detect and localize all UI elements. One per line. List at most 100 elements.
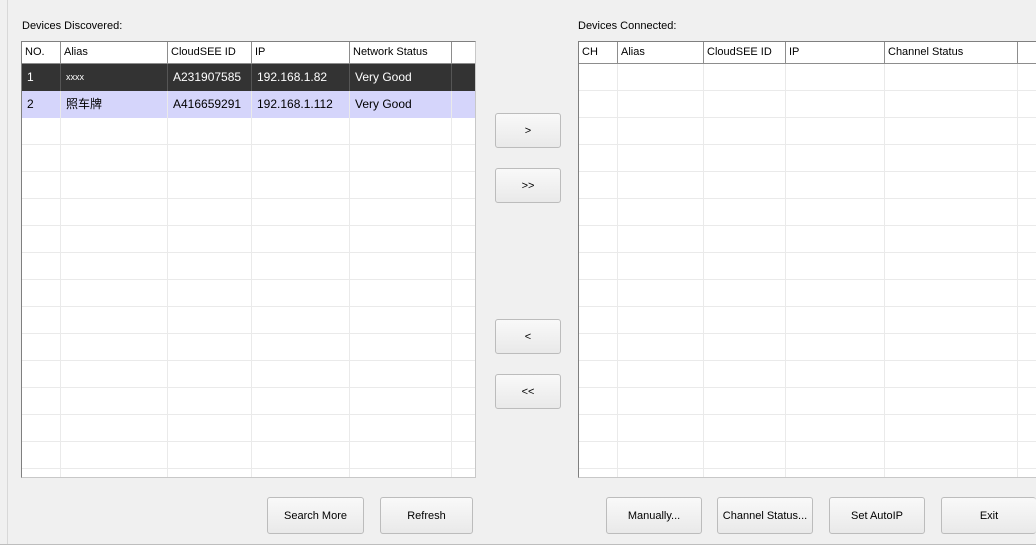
empty-cell <box>704 307 786 334</box>
devices-connected-table[interactable]: CH Alias CloudSEE ID IP Channel Status <box>578 41 1036 478</box>
empty-cell <box>452 442 475 469</box>
empty-cell <box>350 145 452 172</box>
devices-discovered-table[interactable]: NO. Alias CloudSEE ID IP Network Status … <box>21 41 476 478</box>
table-row <box>22 469 475 477</box>
empty-cell <box>22 226 61 253</box>
cell-ip: 192.168.1.112 <box>252 91 350 118</box>
empty-cell <box>252 361 350 388</box>
empty-cell <box>579 145 618 172</box>
add-selected-button[interactable]: > <box>495 113 561 148</box>
devices-discovered-title: Devices Discovered: <box>22 20 123 32</box>
cell-no: 1 <box>22 64 61 91</box>
empty-cell <box>1018 64 1036 91</box>
cell-cloudsee-id: A416659291 <box>168 91 252 118</box>
empty-cell <box>579 91 618 118</box>
empty-cell <box>350 334 452 361</box>
empty-cell <box>786 469 885 477</box>
empty-cell <box>704 253 786 280</box>
empty-cell <box>618 469 704 477</box>
empty-cell <box>618 361 704 388</box>
col-header-no[interactable]: NO. <box>22 42 61 63</box>
empty-cell <box>252 253 350 280</box>
empty-cell <box>618 64 704 91</box>
empty-cell <box>786 64 885 91</box>
search-more-button[interactable]: Search More <box>267 497 364 534</box>
empty-cell <box>618 118 704 145</box>
col-header-alias[interactable]: Alias <box>618 42 704 63</box>
empty-cell <box>579 415 618 442</box>
empty-cell <box>786 226 885 253</box>
empty-cell <box>704 280 786 307</box>
empty-cell <box>704 442 786 469</box>
empty-cell <box>252 442 350 469</box>
empty-cell <box>61 118 168 145</box>
empty-cell <box>579 388 618 415</box>
remove-all-button[interactable]: << <box>495 374 561 409</box>
discovered-table-body: 1 xxxx A231907585 192.168.1.82 Very Good 2 照车牌… <box>22 64 475 477</box>
col-header-network-status[interactable]: Network Status <box>350 42 452 63</box>
table-row <box>579 442 1036 469</box>
table-row <box>22 226 475 253</box>
refresh-button[interactable]: Refresh <box>380 497 473 534</box>
empty-cell <box>350 199 452 226</box>
empty-cell <box>252 199 350 226</box>
table-row <box>579 388 1036 415</box>
empty-cell <box>579 361 618 388</box>
empty-cell <box>885 145 1018 172</box>
empty-cell <box>885 307 1018 334</box>
empty-cell <box>252 307 350 334</box>
col-header-alias[interactable]: Alias <box>61 42 168 63</box>
empty-cell <box>786 253 885 280</box>
empty-cell <box>579 469 618 477</box>
empty-cell <box>452 334 475 361</box>
empty-cell <box>452 415 475 442</box>
col-header-channel-status[interactable]: Channel Status <box>885 42 1018 63</box>
empty-cell <box>786 172 885 199</box>
empty-cell <box>1018 118 1036 145</box>
channel-status-button[interactable]: Channel Status... <box>717 497 813 534</box>
col-header-ip[interactable]: IP <box>252 42 350 63</box>
empty-cell <box>168 226 252 253</box>
empty-cell <box>168 334 252 361</box>
empty-cell <box>350 415 452 442</box>
col-header-cloudsee-id[interactable]: CloudSEE ID <box>704 42 786 63</box>
empty-cell <box>168 388 252 415</box>
empty-cell <box>168 442 252 469</box>
col-header-ip[interactable]: IP <box>786 42 885 63</box>
col-header-cloudsee-id[interactable]: CloudSEE ID <box>168 42 252 63</box>
empty-cell <box>350 361 452 388</box>
empty-cell <box>1018 469 1036 477</box>
devices-connected-title: Devices Connected: <box>578 20 677 32</box>
exit-button[interactable]: Exit <box>941 497 1036 534</box>
empty-cell <box>350 307 452 334</box>
table-row[interactable]: 1 xxxx A231907585 192.168.1.82 Very Good <box>22 64 475 91</box>
empty-cell <box>786 388 885 415</box>
table-row <box>22 442 475 469</box>
table-row[interactable]: 2 照车牌 A416659291 192.168.1.112 Very Good <box>22 91 475 118</box>
col-header-filler <box>452 42 475 63</box>
empty-cell <box>704 415 786 442</box>
table-row <box>22 388 475 415</box>
remove-selected-button[interactable]: < <box>495 319 561 354</box>
table-row <box>579 361 1036 388</box>
empty-cell <box>252 226 350 253</box>
empty-cell <box>704 91 786 118</box>
table-row <box>579 307 1036 334</box>
set-autoip-button[interactable]: Set AutoIP <box>829 497 925 534</box>
add-all-button[interactable]: >> <box>495 168 561 203</box>
connected-table-body <box>579 64 1036 477</box>
manually-button[interactable]: Manually... <box>606 497 702 534</box>
empty-cell <box>168 415 252 442</box>
empty-cell <box>22 253 61 280</box>
empty-cell <box>618 442 704 469</box>
empty-cell <box>885 226 1018 253</box>
col-header-ch[interactable]: CH <box>579 42 618 63</box>
empty-cell <box>885 118 1018 145</box>
empty-cell <box>618 226 704 253</box>
empty-cell <box>168 118 252 145</box>
empty-cell <box>61 226 168 253</box>
empty-cell <box>786 334 885 361</box>
cell-no: 2 <box>22 91 61 118</box>
empty-cell <box>1018 226 1036 253</box>
table-row <box>579 253 1036 280</box>
